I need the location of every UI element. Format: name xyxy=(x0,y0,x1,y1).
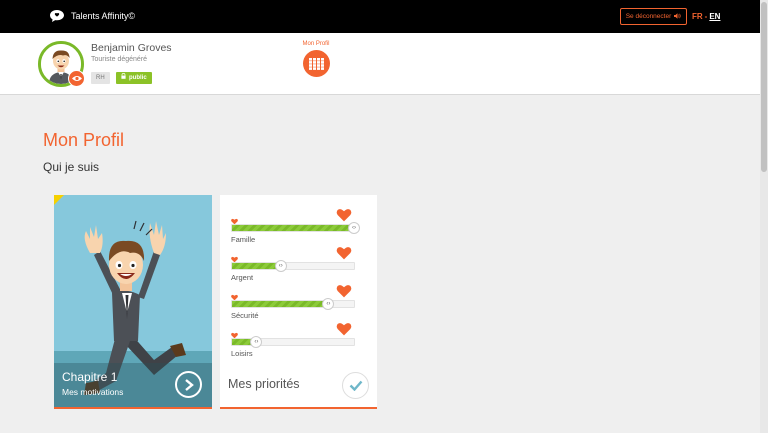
chevron-right-icon[interactable] xyxy=(175,371,202,398)
speaker-icon xyxy=(674,12,681,21)
priority-slider-fill xyxy=(232,301,329,307)
chapter-subtitle: Mes motivations xyxy=(62,387,124,397)
priority-slider[interactable]: ‹› xyxy=(231,260,355,272)
scrollbar-thumb[interactable] xyxy=(761,2,767,172)
lang-separator: - xyxy=(704,12,708,21)
logout-label: Se déconnecter xyxy=(625,13,672,20)
priority-slider-handle[interactable]: ‹› xyxy=(250,336,263,348)
lang-en[interactable]: EN xyxy=(709,12,720,21)
profile-header: Benjamin Groves Touriste dégénéré RH pub… xyxy=(0,33,760,95)
visibility-badge[interactable]: public xyxy=(116,72,152,84)
app-title: Talents Affinity© xyxy=(71,11,135,21)
priority-label: Sécurité xyxy=(231,311,259,320)
grid-icon xyxy=(302,50,330,77)
chat-bubble-icon xyxy=(49,9,65,23)
priorities-title: Mes priorités xyxy=(228,377,300,391)
top-bar: Talents Affinity© Se déconnecter FR - EN xyxy=(0,0,760,33)
lock-icon xyxy=(121,72,126,84)
priority-slider-handle[interactable]: ‹› xyxy=(348,222,360,234)
chapter-title: Chapitre 1 xyxy=(62,370,118,384)
chapter-card[interactable]: Chapitre 1 Mes motivations xyxy=(54,195,212,409)
eye-icon[interactable] xyxy=(68,70,85,87)
user-title: Touriste dégénéré xyxy=(91,56,148,63)
page-scrollbar[interactable] xyxy=(760,0,768,433)
section-title: Qui je suis xyxy=(43,160,100,174)
priority-label: Loisirs xyxy=(231,349,253,358)
logout-button[interactable]: Se déconnecter xyxy=(620,8,687,25)
avatar-wrap xyxy=(38,41,85,87)
nav-my-profile[interactable]: Mon Profil xyxy=(297,41,335,77)
priorities-card: ‹› Famille ‹› Argent ‹› Sécurité ‹› Loisirs Mes… xyxy=(220,195,377,409)
page-title: Mon Profil xyxy=(43,130,125,150)
priority-slider[interactable]: ‹› xyxy=(231,336,355,348)
priority-slider-handle[interactable]: ‹› xyxy=(274,260,287,272)
priority-slider[interactable]: ‹› xyxy=(231,298,355,310)
nav-my-profile-label: Mon Profil xyxy=(302,41,330,47)
priority-slider-fill xyxy=(232,263,281,269)
priority-slider[interactable]: ‹› xyxy=(231,222,360,234)
check-icon[interactable] xyxy=(342,372,369,399)
language-switcher: FR - EN xyxy=(692,12,720,21)
priority-label: Argent xyxy=(231,273,254,282)
brand[interactable]: Talents Affinity© xyxy=(49,9,135,23)
user-name: Benjamin Groves xyxy=(91,42,172,54)
priority-label: Famille xyxy=(231,235,256,244)
visibility-label: public xyxy=(129,75,147,81)
priority-slider-fill xyxy=(232,225,354,231)
role-badge: RH xyxy=(91,72,110,84)
lang-fr[interactable]: FR xyxy=(692,12,703,21)
priority-slider-handle[interactable]: ‹› xyxy=(322,298,335,310)
